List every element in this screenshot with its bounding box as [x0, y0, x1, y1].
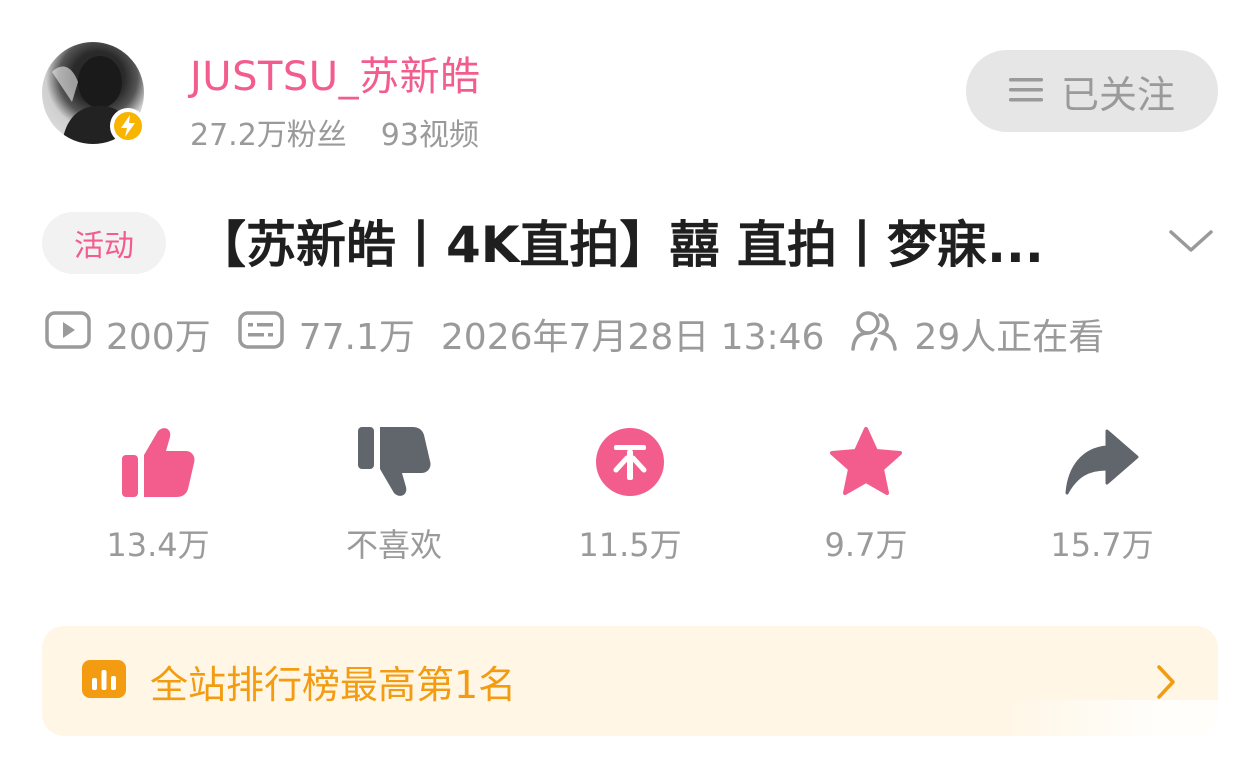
follow-button-label: 已关注: [1060, 72, 1175, 117]
username[interactable]: JUSTSU_苏新皓: [190, 44, 481, 102]
chevron-right-icon: [1154, 662, 1178, 706]
channel-stats: 27.2万粉丝 93视频: [190, 110, 479, 154]
bar-chart-icon: [82, 660, 126, 702]
activity-tag[interactable]: 活动: [42, 212, 166, 274]
coin-icon: [590, 420, 670, 504]
danmaku-icon: [237, 310, 299, 359]
ranking-banner[interactable]: 全站排行榜最高第1名: [42, 626, 1218, 736]
coin-button[interactable]: 11.5万: [512, 420, 748, 570]
videos-count: 93视频: [380, 118, 479, 153]
coin-count: 11.5万: [578, 526, 682, 564]
danmaku-count: 77.1万: [237, 308, 415, 360]
favorite-button[interactable]: 9.7万: [748, 420, 984, 570]
thumbs-up-icon: [118, 420, 198, 504]
watching-value: 29人正在看: [914, 317, 1105, 358]
followers-count: 27.2万粉丝: [190, 118, 347, 153]
follow-button[interactable]: 已关注: [966, 50, 1218, 132]
watching-now: 29人正在看: [850, 308, 1104, 360]
like-count: 13.4万: [106, 526, 210, 564]
danmaku-value: 77.1万: [298, 317, 415, 358]
publish-datetime: 2026年7月28日 13:46: [440, 317, 825, 358]
video-title: 【苏新皓丨4K直拍】囍 直拍丨梦寐...: [196, 216, 1044, 274]
menu-lines-icon: [1008, 69, 1043, 113]
people-icon: [850, 309, 914, 360]
thumbs-down-icon: [354, 420, 434, 504]
plays-value: 200万: [106, 317, 211, 358]
share-arrow-icon: [1062, 420, 1142, 504]
action-bar: 13.4万 不喜欢 11.5万 9.7万 15.7万: [40, 420, 1220, 570]
play-icon: [44, 310, 106, 359]
star-icon: [826, 420, 906, 504]
chevron-down-icon[interactable]: [1166, 222, 1216, 262]
dislike-label: 不喜欢: [345, 526, 442, 564]
share-count: 15.7万: [1050, 526, 1154, 564]
video-meta: 200万 77.1万 2026年7月28日 13:46 29人正在看: [44, 306, 1130, 362]
play-count: 200万: [44, 308, 211, 360]
ranking-text: 全站排行榜最高第1名: [150, 662, 517, 707]
lightning-icon: [110, 108, 146, 144]
like-button[interactable]: 13.4万: [40, 420, 276, 570]
dislike-button[interactable]: 不喜欢: [276, 420, 512, 570]
share-button[interactable]: 15.7万: [984, 420, 1220, 570]
favorite-count: 9.7万: [824, 526, 908, 564]
